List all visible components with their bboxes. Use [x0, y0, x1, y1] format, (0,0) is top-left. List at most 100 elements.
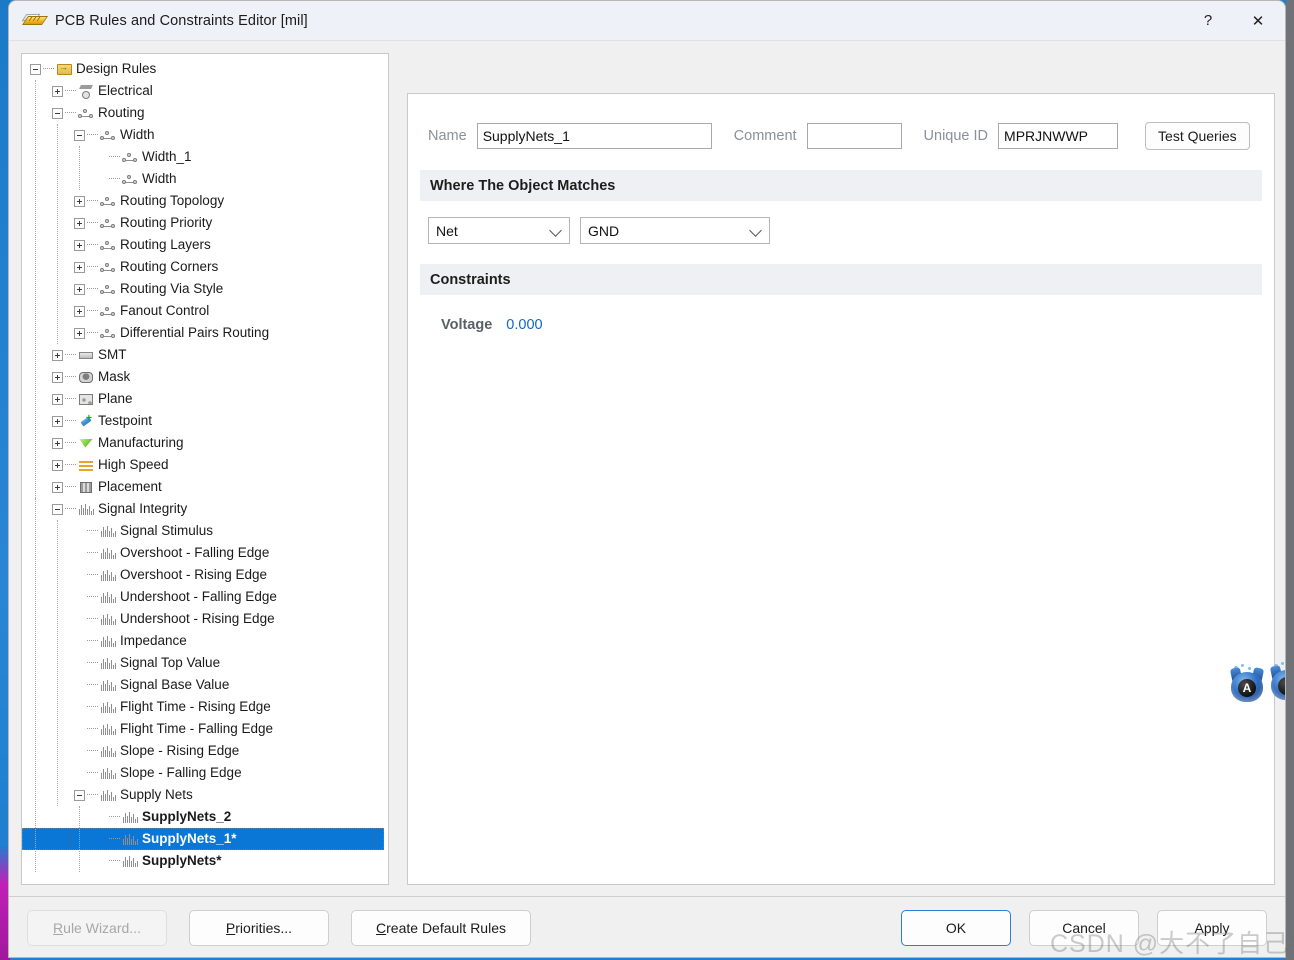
expand-toggle-icon[interactable]	[52, 459, 63, 471]
tree-item[interactable]: SupplyNets_1*	[22, 828, 384, 850]
cancel-button[interactable]: Cancel	[1029, 910, 1139, 946]
tree-connector	[109, 178, 120, 180]
comment-input[interactable]	[806, 123, 902, 149]
tree-item[interactable]: Routing Via Style	[22, 278, 388, 300]
collapse-toggle-icon[interactable]	[52, 107, 63, 119]
tree-item[interactable]: Routing Priority	[22, 212, 388, 234]
tree-item[interactable]: Routing	[22, 102, 388, 124]
net-icon	[100, 216, 117, 231]
voltage-value[interactable]: 0.000	[506, 317, 542, 333]
tree-item[interactable]: Flight Time - Falling Edge	[22, 718, 388, 740]
collapse-toggle-icon[interactable]	[30, 63, 41, 75]
tree-item[interactable]: Signal Integrity	[22, 498, 388, 520]
expand-toggle-icon[interactable]	[74, 305, 85, 317]
tree-item[interactable]: Overshoot - Rising Edge	[22, 564, 388, 586]
tree-connector	[65, 420, 76, 422]
tree-item-label: Width_1	[142, 149, 192, 164]
test-queries-button[interactable]: Test Queries	[1145, 122, 1250, 150]
unique-id-input[interactable]	[998, 123, 1119, 149]
tree-connector	[65, 398, 76, 400]
collapse-toggle-icon[interactable]	[74, 789, 85, 801]
tree-item[interactable]: Width	[22, 124, 388, 146]
tree-item[interactable]: Undershoot - Falling Edge	[22, 586, 388, 608]
tree-item-label: Signal Base Value	[120, 677, 230, 692]
expand-toggle-icon[interactable]	[52, 85, 63, 97]
expand-toggle-icon[interactable]	[52, 437, 63, 449]
signal-icon	[78, 502, 95, 517]
tree-connector	[65, 442, 76, 444]
expand-toggle-icon[interactable]	[52, 415, 63, 427]
collapse-toggle-icon[interactable]	[52, 503, 63, 515]
tree-item-label: Manufacturing	[98, 435, 184, 450]
expand-toggle-icon[interactable]	[52, 481, 63, 493]
tree-item[interactable]: Impedance	[22, 630, 388, 652]
tree-item[interactable]: Flight Time - Rising Edge	[22, 696, 388, 718]
help-button[interactable]: ?	[1185, 1, 1231, 40]
create-default-rules-button[interactable]: Create Default Rules	[351, 910, 531, 946]
expand-toggle-icon[interactable]	[74, 327, 85, 339]
tree-item[interactable]: Width	[22, 168, 388, 190]
tree-item[interactable]: Plane	[22, 388, 388, 410]
expand-toggle-icon[interactable]	[52, 393, 63, 405]
tree-item-label: Flight Time - Falling Edge	[120, 721, 274, 736]
match-kind-select[interactable]: Net	[428, 217, 570, 244]
expand-toggle-icon[interactable]	[74, 195, 85, 207]
ime-mode-letter: A	[1238, 679, 1256, 697]
tree-item[interactable]: Signal Base Value	[22, 674, 388, 696]
tree-item-label: Signal Top Value	[120, 655, 221, 670]
tree-guide-line	[57, 520, 58, 806]
expand-toggle-icon[interactable]	[52, 349, 63, 361]
tree-item[interactable]: High Speed	[22, 454, 388, 476]
title-bar: PCB Rules and Constraints Editor [mil] ?…	[9, 1, 1285, 41]
design-rules-tree-panel[interactable]: Design Rules Electrical Routing Width Width_…	[21, 53, 389, 885]
highspeed-icon	[78, 458, 95, 473]
expand-toggle-icon[interactable]	[74, 217, 85, 229]
signal-icon	[100, 524, 117, 539]
tree-item-label: Slope - Rising Edge	[120, 743, 240, 758]
tree-item[interactable]: Slope - Rising Edge	[22, 740, 388, 762]
tree-item-label: Flight Time - Rising Edge	[120, 699, 271, 714]
match-scope-select[interactable]: GND	[580, 217, 770, 244]
tree-item[interactable]: + Testpoint	[22, 410, 388, 432]
tree-item[interactable]: Overshoot - Falling Edge	[22, 542, 388, 564]
tree-item[interactable]: SMT	[22, 344, 388, 366]
name-input[interactable]	[476, 123, 712, 149]
apply-button[interactable]: Apply	[1157, 910, 1267, 946]
tree-item[interactable]: Routing Topology	[22, 190, 388, 212]
expand-toggle-icon[interactable]	[52, 371, 63, 383]
expand-toggle-icon[interactable]	[74, 239, 85, 251]
tree-item[interactable]: Signal Stimulus	[22, 520, 388, 542]
net-icon	[100, 194, 117, 209]
tree-item[interactable]: Slope - Falling Edge	[22, 762, 388, 784]
collapse-toggle-icon[interactable]	[74, 129, 85, 141]
tree-item-label: Design Rules	[76, 61, 157, 76]
close-button[interactable]: ✕	[1231, 1, 1285, 40]
tree-item[interactable]: SupplyNets_2	[22, 806, 388, 828]
tree-item[interactable]: Differential Pairs Routing	[22, 322, 388, 344]
tree-item[interactable]: Electrical	[22, 80, 388, 102]
tree-item[interactable]: Supply Nets	[22, 784, 388, 806]
tree-item[interactable]: Undershoot - Rising Edge	[22, 608, 388, 630]
tree-item[interactable]: Routing Layers	[22, 234, 388, 256]
design-rules-tree[interactable]: Design Rules Electrical Routing Width Width_…	[22, 54, 388, 872]
tree-item[interactable]: Routing Corners	[22, 256, 388, 278]
footer-right-buttons: OK Cancel Apply	[901, 910, 1267, 946]
ok-button[interactable]: OK	[901, 910, 1011, 946]
tree-item[interactable]: Design Rules	[22, 58, 388, 80]
tree-item[interactable]: Mask	[22, 366, 388, 388]
tree-item[interactable]: Width_1	[22, 146, 388, 168]
tree-connector	[87, 266, 98, 268]
dialog-footer: Rule Wizard... Priorities... Create Defa…	[9, 896, 1285, 957]
rule-identity-row: Name Comment Unique ID Test Queries	[408, 94, 1274, 150]
tree-item[interactable]: Fanout Control	[22, 300, 388, 322]
tree-item[interactable]: Signal Top Value	[22, 652, 388, 674]
tree-item[interactable]: SupplyNets*	[22, 850, 388, 872]
tree-item[interactable]: Manufacturing	[22, 432, 388, 454]
priorities-button[interactable]: Priorities...	[189, 910, 329, 946]
net-icon	[100, 238, 117, 253]
expand-toggle-icon[interactable]	[74, 283, 85, 295]
expand-toggle-icon[interactable]	[74, 261, 85, 273]
rule-wizard-button[interactable]: Rule Wizard...	[27, 910, 167, 946]
folder-icon	[56, 62, 73, 77]
tree-item[interactable]: Placement	[22, 476, 388, 498]
